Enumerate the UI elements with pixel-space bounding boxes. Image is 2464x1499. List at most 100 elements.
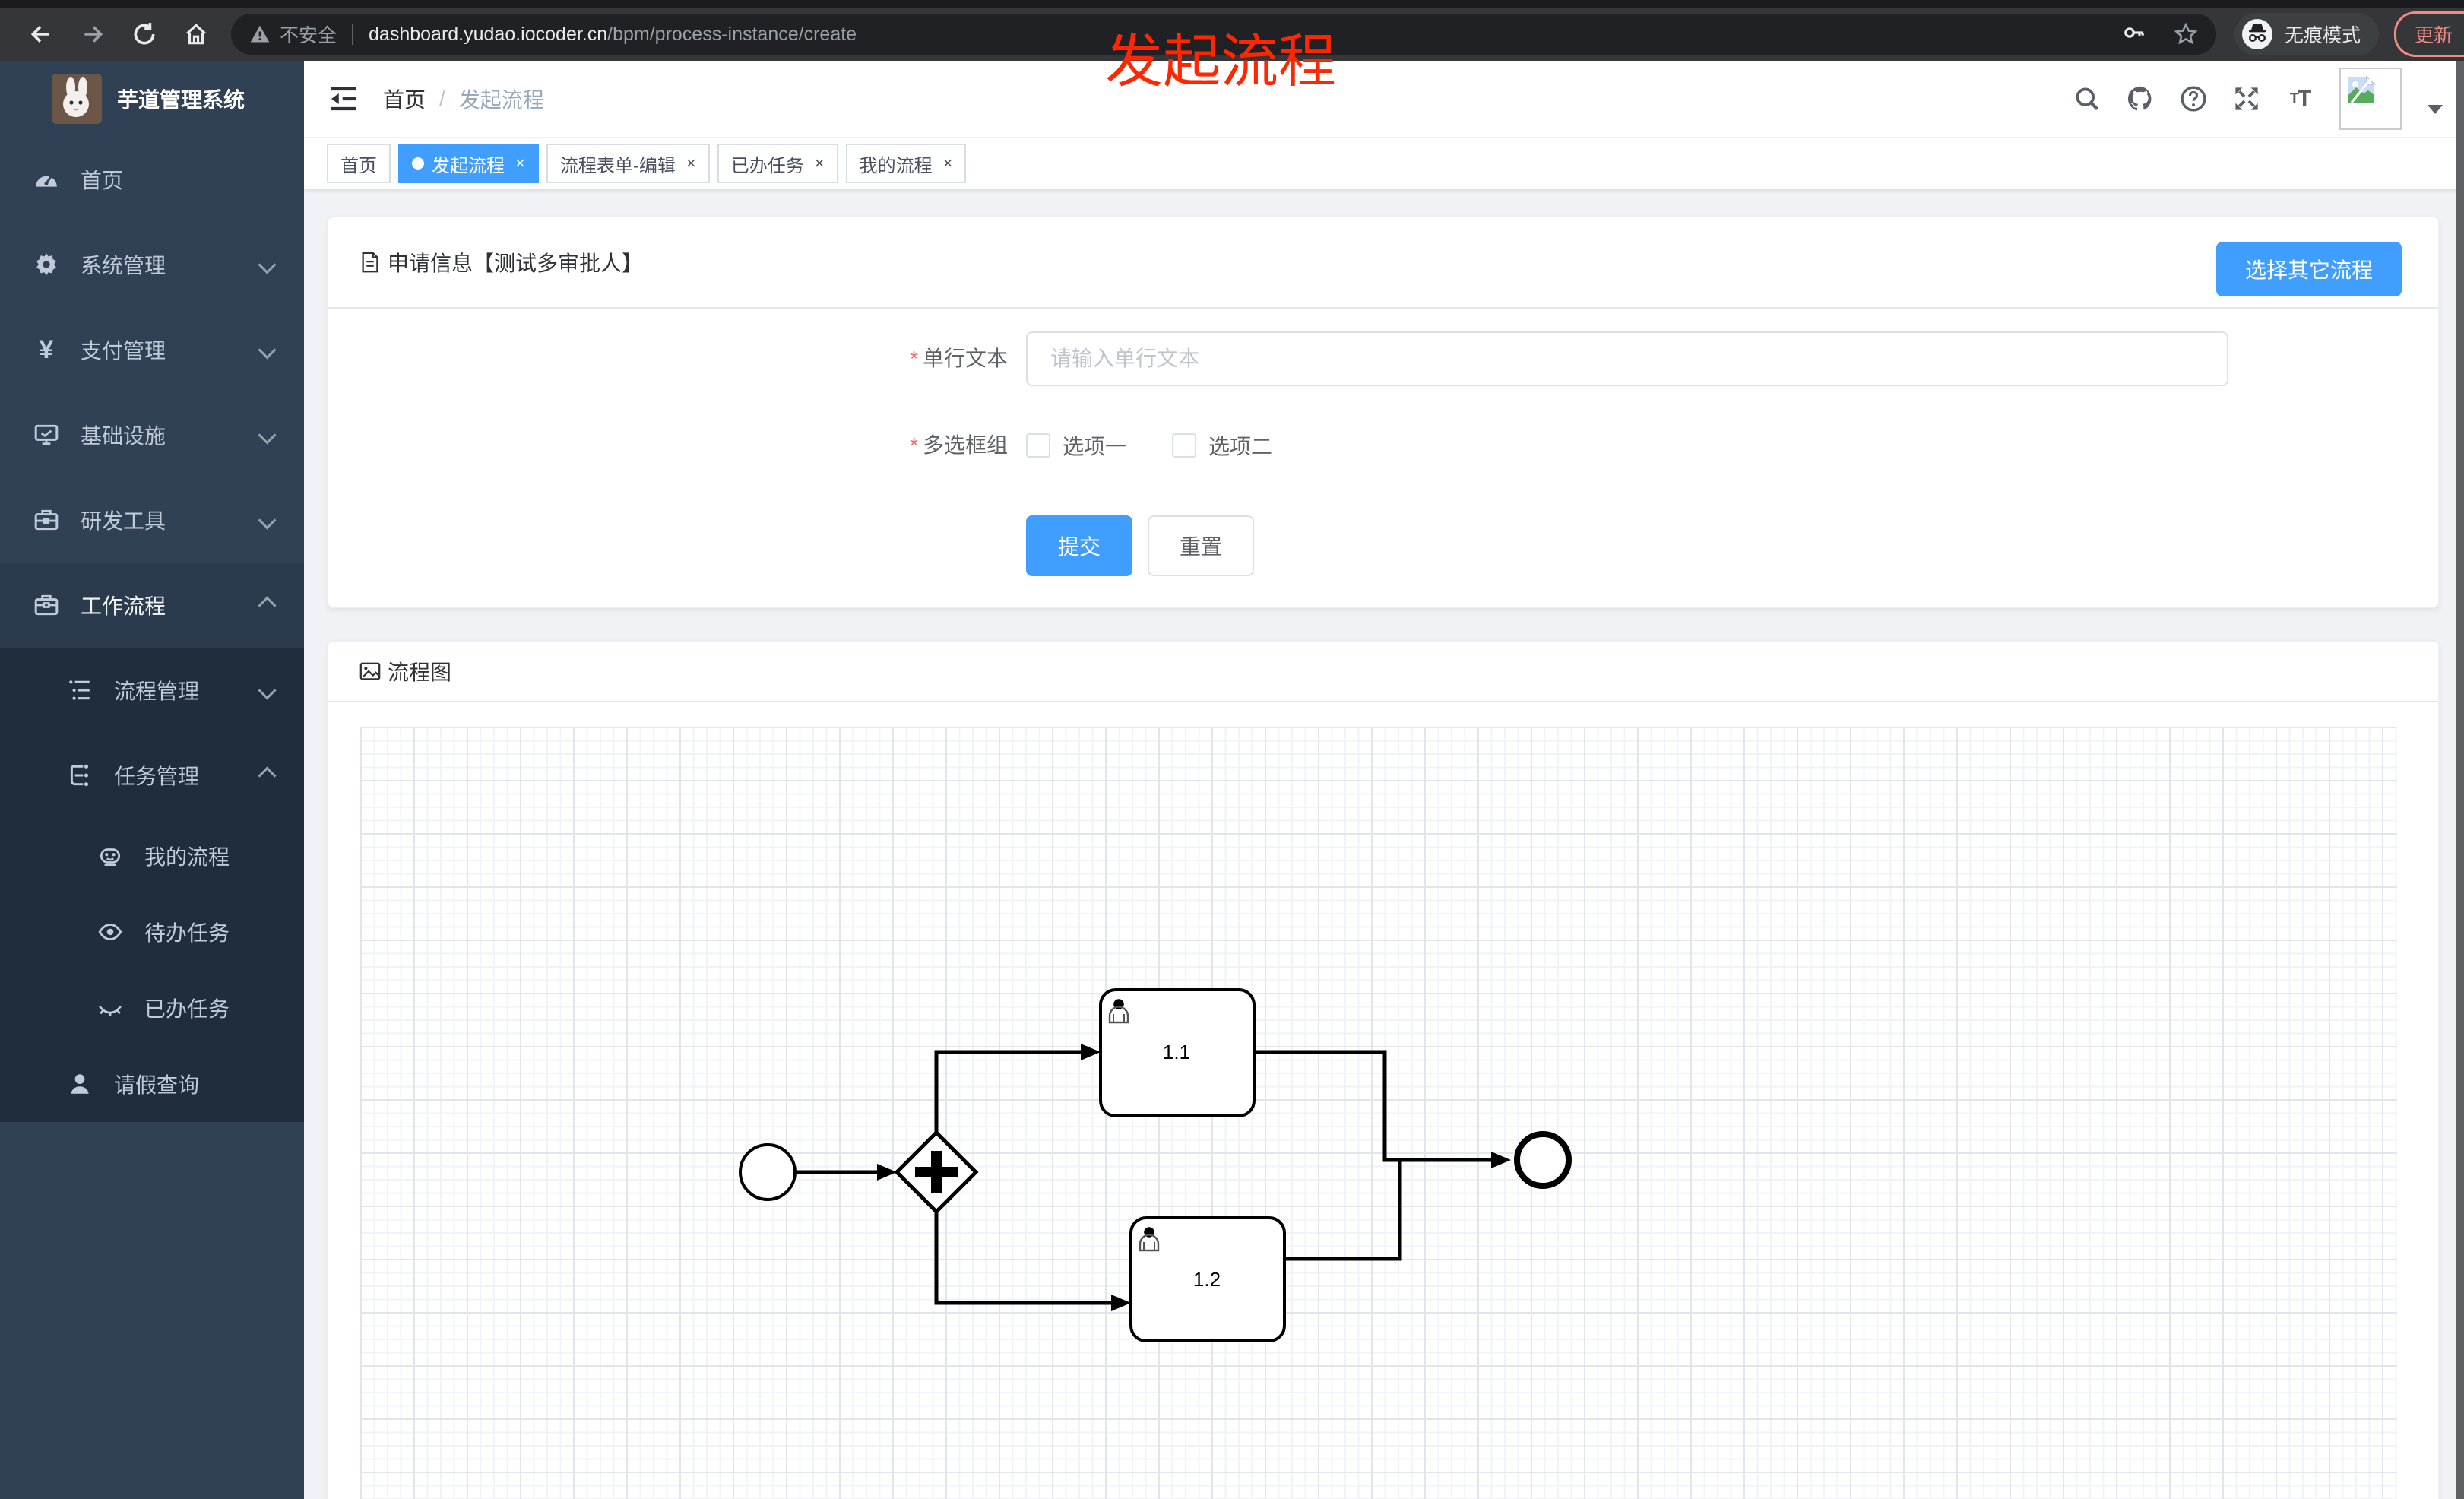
briefcase-icon: [33, 592, 59, 618]
sidebar-item-label: 任务管理: [114, 765, 200, 788]
arrowhead: [1111, 1295, 1131, 1311]
update-label[interactable]: 更新: [2415, 21, 2453, 48]
yen-icon: ¥: [39, 334, 54, 364]
font-size-icon[interactable]: TT: [2286, 85, 2314, 113]
sidebar-item-my-processes[interactable]: 我的流程: [0, 818, 304, 894]
security-warning-icon[interactable]: [249, 24, 271, 45]
sidebar-item-label: 基础设施: [81, 424, 166, 448]
checkbox-option-1[interactable]: 选项一: [1026, 418, 1126, 473]
sidebar-item-label: 支付管理: [81, 339, 166, 363]
broken-image-icon: [2348, 75, 2376, 104]
card-header: 流程图: [328, 642, 2438, 702]
submit-button[interactable]: 提交: [1026, 515, 1132, 576]
eye-closed-icon: [97, 995, 123, 1021]
key-icon[interactable]: [2122, 22, 2146, 46]
sidebar-item-label: 流程管理: [114, 680, 200, 703]
app-logo-row[interactable]: 芋道管理系统: [0, 61, 304, 137]
sidebar-item-process-management[interactable]: 流程管理: [0, 648, 304, 733]
app-logo: [52, 74, 102, 124]
edge-task11-end: [1254, 1050, 1491, 1162]
sidebar-item-todo-tasks[interactable]: 待办任务: [0, 894, 304, 970]
reload-icon[interactable]: [119, 13, 170, 55]
checkbox-option-2[interactable]: 选项二: [1172, 418, 1272, 473]
eye-open-icon: [97, 919, 123, 945]
checkbox-icon[interactable]: [1172, 433, 1196, 458]
fullscreen-icon[interactable]: [2233, 85, 2260, 113]
flow-diagram-card: 流程图 1.1 1.2: [327, 640, 2440, 1499]
search-icon[interactable]: [2073, 85, 2101, 113]
toolbox-icon: [33, 507, 59, 533]
window-scrollbar-edge[interactable]: [2456, 61, 2464, 1499]
sidebar-item-infrastructure[interactable]: 基础设施: [0, 392, 304, 477]
window-top-edge: [0, 0, 2464, 8]
bookmark-star-icon[interactable]: [2174, 22, 2198, 46]
sidebar-item-workflow[interactable]: 工作流程: [0, 563, 304, 648]
address-divider: [352, 24, 354, 45]
avatar[interactable]: [2339, 68, 2402, 130]
sidebar-fold-icon[interactable]: [304, 61, 383, 137]
tag-label: 流程表单-编辑: [559, 155, 676, 176]
sidebar-item-payment[interactable]: ¥ 支付管理: [0, 307, 304, 392]
sidebar: 芋道管理系统 首页 系统管理 ¥ 支付管理 基础设施 研发工具 工作流程 流程管…: [0, 61, 304, 1499]
bpmn-canvas[interactable]: 1.1 1.2: [360, 727, 2397, 1499]
incognito-label: 无痕模式: [2285, 25, 2361, 46]
tag-done-tasks[interactable]: 已办任务 ×: [717, 144, 838, 183]
url-path[interactable]: /bpm/process-instance/create: [607, 24, 857, 46]
tag-home[interactable]: 首页: [327, 144, 391, 183]
forward-icon[interactable]: [67, 13, 119, 55]
help-icon[interactable]: [2180, 85, 2207, 113]
select-other-process-button[interactable]: 选择其它流程: [2215, 242, 2402, 296]
chevron-down-icon: [258, 255, 277, 274]
tag-start-process[interactable]: 发起流程 ×: [398, 144, 539, 183]
checkbox-label: 选项二: [1208, 435, 1273, 458]
reset-button[interactable]: 重置: [1148, 515, 1254, 576]
tag-form-edit[interactable]: 流程表单-编辑 ×: [546, 144, 710, 183]
sidebar-item-label: 工作流程: [81, 594, 166, 618]
sidebar-item-done-tasks[interactable]: 已办任务: [0, 970, 304, 1046]
sidebar-item-dev-tools[interactable]: 研发工具: [0, 477, 304, 563]
end-event[interactable]: [1514, 1131, 1572, 1189]
avatar-caret-icon[interactable]: [2428, 105, 2443, 114]
chevron-up-icon: [258, 765, 277, 785]
sidebar-item-label: 系统管理: [81, 254, 166, 277]
arrowhead: [1491, 1152, 1511, 1168]
chevron-down-icon: [258, 425, 277, 445]
sidebar-item-system[interactable]: 系统管理: [0, 222, 304, 307]
incognito-icon: [2241, 17, 2274, 51]
sidebar-item-leave-query[interactable]: 请假查询: [0, 1046, 304, 1122]
start-event[interactable]: [739, 1143, 797, 1201]
tag-label: 首页: [340, 155, 377, 176]
breadcrumb-home[interactable]: 首页: [383, 84, 426, 114]
required-asterisk: *: [910, 433, 918, 457]
chevron-down-icon: [258, 340, 277, 360]
home-icon[interactable]: [170, 13, 222, 55]
required-asterisk: *: [910, 347, 918, 370]
close-icon[interactable]: ×: [686, 154, 696, 173]
sidebar-item-home[interactable]: 首页: [0, 137, 304, 222]
checkbox-label: 选项一: [1063, 435, 1127, 458]
security-label[interactable]: 不安全: [280, 21, 337, 48]
gateway-plus-icon: [931, 1151, 942, 1193]
list-icon: [67, 677, 93, 703]
single-line-text-input[interactable]: [1026, 331, 2228, 386]
url-domain[interactable]: dashboard.yudao.iocoder.cn: [369, 24, 607, 46]
close-icon[interactable]: ×: [943, 154, 953, 173]
sidebar-item-label: 待办任务: [144, 921, 230, 945]
close-icon[interactable]: ×: [515, 154, 525, 173]
update-button[interactable]: 更新: [2394, 11, 2464, 57]
application-info-card: 申请信息【测试多审批人】 选择其它流程 *单行文本 *多选框组 选项一 选项二 …: [327, 216, 2440, 608]
github-icon[interactable]: [2127, 85, 2154, 113]
sidebar-item-task-management[interactable]: 任务管理: [0, 733, 304, 818]
sidebar-item-label: 首页: [81, 169, 124, 192]
checkbox-icon[interactable]: [1026, 433, 1050, 458]
close-icon[interactable]: ×: [815, 154, 825, 173]
tag-my-processes[interactable]: 我的流程 ×: [845, 144, 967, 183]
breadcrumb-separator: /: [439, 87, 445, 110]
breadcrumb: 首页 / 发起流程: [383, 84, 544, 114]
edge-task12-end: [1284, 1160, 1402, 1261]
sidebar-item-label: 我的流程: [144, 845, 230, 869]
back-icon[interactable]: [15, 13, 67, 55]
document-icon: [362, 252, 378, 273]
chevron-up-icon: [258, 595, 277, 615]
bpmn-diagram: 1.1 1.2: [739, 988, 1572, 1342]
